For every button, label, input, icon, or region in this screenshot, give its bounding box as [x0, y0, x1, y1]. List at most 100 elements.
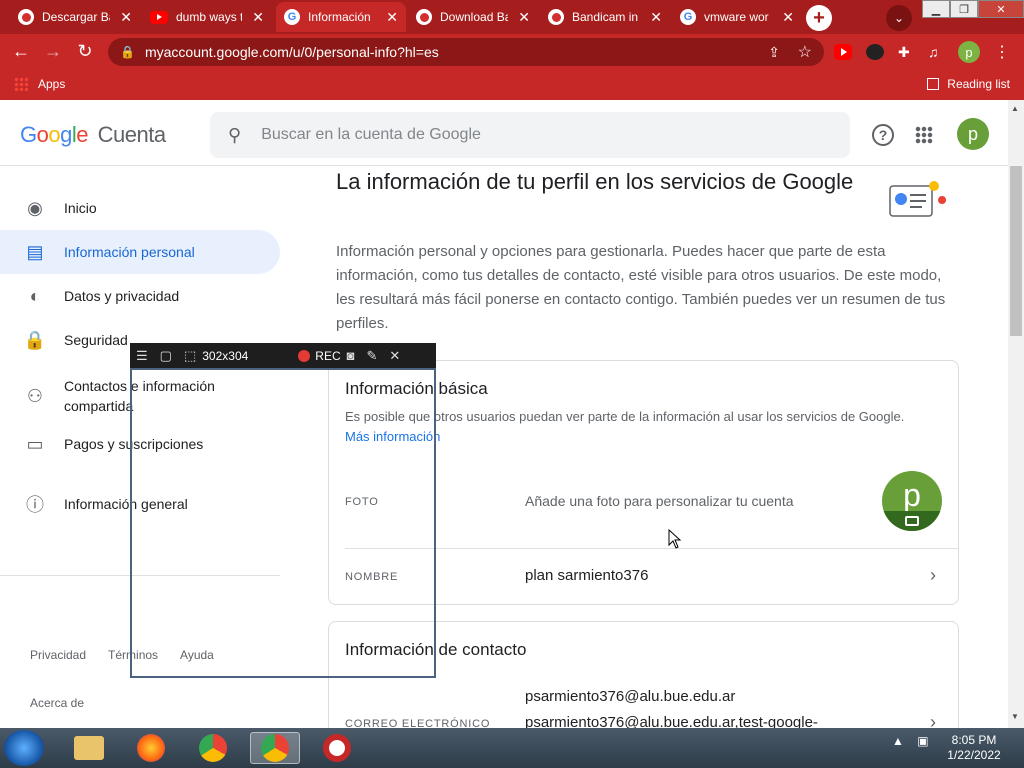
minimize-button[interactable]: ▁	[922, 0, 950, 18]
bandicam-icon	[18, 9, 34, 25]
page-intro: Información personal y opciones para ges…	[336, 243, 946, 332]
more-menu-icon[interactable]: ⋮	[994, 42, 1010, 62]
extensions-icon[interactable]: ✚	[898, 44, 916, 60]
tab-title: Descargar Ba	[42, 10, 111, 24]
windows-taskbar: ▲ ▣ 8:05 PM 1/22/2022	[0, 728, 1024, 768]
close-icon[interactable]: ✕	[252, 9, 264, 26]
help-icon[interactable]: ?	[872, 124, 894, 146]
sidebar-item-informacion-personal[interactable]: ▤ Información personal	[0, 230, 280, 274]
tab-search-button[interactable]: ⌄	[886, 5, 912, 31]
close-icon[interactable]: ✕	[389, 348, 400, 364]
account-avatar[interactable]: p	[957, 118, 989, 150]
browser-tab[interactable]: Download Ba ✕	[408, 2, 538, 32]
network-icon[interactable]: ▣	[917, 734, 928, 748]
camera-icon[interactable]: ◙	[347, 348, 355, 363]
sidebar-item-label: Seguridad	[64, 332, 128, 348]
photo-initial: p	[903, 477, 921, 513]
browser-toolbar: ← → ↻ 🔒 myaccount.google.com/u/0/persona…	[0, 34, 1024, 70]
media-control-icon[interactable]: ♫	[928, 44, 946, 60]
credit-card-icon: ▭	[26, 433, 44, 454]
account-search-input[interactable]: ⚲ Buscar en la cuenta de Google	[210, 112, 850, 158]
close-window-button[interactable]: ✕	[978, 0, 1024, 18]
youtube-extension-icon[interactable]	[834, 44, 852, 60]
logo-letter: e	[76, 122, 89, 147]
reload-button[interactable]: ↻	[74, 41, 96, 62]
google-account-logo[interactable]: Google Cuenta	[20, 122, 166, 148]
tab-title: dumb ways t	[176, 10, 243, 24]
firefox-icon[interactable]	[126, 732, 176, 764]
logo-letter: g	[60, 122, 72, 147]
profile-avatar[interactable]: p	[958, 41, 980, 63]
camera-icon	[882, 511, 942, 531]
google-icon: G	[680, 9, 696, 25]
close-icon[interactable]: ✕	[650, 9, 662, 26]
sidebar-item-label: Datos y privacidad	[64, 288, 180, 304]
file-explorer-icon[interactable]	[64, 732, 114, 764]
apps-bookmark[interactable]: Apps	[14, 77, 65, 91]
star-icon[interactable]: ☆	[798, 42, 812, 62]
youtube-icon	[150, 10, 168, 24]
address-bar[interactable]: 🔒 myaccount.google.com/u/0/personal-info…	[108, 38, 824, 66]
close-icon[interactable]: ✕	[386, 9, 398, 26]
scroll-down-icon[interactable]: ▼	[1011, 712, 1019, 721]
menu-icon[interactable]: ☰	[136, 348, 148, 364]
logo-letter: o	[48, 122, 61, 147]
close-icon[interactable]: ✕	[782, 9, 794, 26]
select-area-icon[interactable]: ⬚	[184, 348, 196, 364]
id-card-icon: ▤	[26, 241, 44, 262]
privacy-link[interactable]: Privacidad	[30, 648, 86, 662]
apps-grid-icon	[14, 77, 28, 91]
scrollbar-thumb[interactable]	[1010, 166, 1022, 336]
browser-tab-active[interactable]: G Información ✕	[276, 2, 406, 32]
browser-tab[interactable]: Descargar Ba ✕	[10, 2, 140, 32]
pencil-icon[interactable]: ✎	[367, 348, 378, 364]
row-label: CORREO ELECTRÓNICO	[345, 718, 491, 728]
share-icon[interactable]: ⇪	[768, 44, 780, 61]
record-icon	[298, 349, 311, 362]
start-button[interactable]	[4, 730, 44, 766]
chevron-right-icon: ›	[930, 712, 936, 728]
search-icon: ⚲	[228, 124, 242, 145]
tab-title: Bandicam in	[572, 10, 639, 24]
scroll-up-icon[interactable]: ▲	[1011, 104, 1019, 113]
lock-icon: 🔒	[120, 45, 135, 59]
tray-expand-icon[interactable]: ▲	[892, 734, 904, 748]
sidebar-item-datos-privacidad[interactable]: ◐ Datos y privacidad	[0, 274, 280, 318]
page-scrollbar[interactable]: ▲ ▼	[1008, 100, 1024, 728]
page-title: La información de tu perfil en los servi…	[336, 169, 854, 194]
sidebar-item-inicio[interactable]: ◉ Inicio	[0, 186, 280, 230]
chrome-icon[interactable]	[188, 732, 238, 764]
account-circle-icon: ◉	[27, 197, 43, 218]
window-icon[interactable]: ▢	[160, 348, 172, 364]
browser-tab[interactable]: Bandicam in ✕	[540, 2, 670, 32]
reading-list-icon	[927, 78, 940, 90]
profile-illustration-icon	[889, 181, 947, 217]
browser-tab[interactable]: dumb ways t ✕	[142, 2, 272, 32]
bandicam-taskbar-icon[interactable]	[312, 732, 362, 764]
record-button[interactable]: REC	[298, 349, 341, 363]
bandicam-toolbar: ☰ ▢ ⬚ 302x304 REC ◙ ✎ ✕	[130, 343, 436, 368]
back-button[interactable]: ←	[10, 41, 32, 62]
window-controls: ▁ ❐ ✕	[922, 0, 1024, 18]
forward-button[interactable]: →	[42, 41, 64, 62]
sidebar-item-label: Inicio	[64, 200, 97, 216]
profile-photo[interactable]: p	[882, 471, 942, 531]
system-clock[interactable]: 8:05 PM 1/22/2022	[944, 733, 1004, 763]
google-apps-icon[interactable]	[915, 126, 933, 144]
bandicam-capture-frame[interactable]	[130, 368, 436, 678]
chrome-profile-icon[interactable]	[250, 732, 300, 764]
row-value: psarmiento376@alu.bue.edu.ar,test-google…	[525, 714, 818, 728]
record-extension-icon[interactable]	[866, 44, 884, 60]
info-icon: ⓘ	[26, 495, 44, 515]
url-text: myaccount.google.com/u/0/personal-info?h…	[144, 44, 439, 60]
about-link[interactable]: Acerca de	[30, 696, 84, 710]
new-tab-button[interactable]: +	[806, 5, 832, 31]
close-icon[interactable]: ✕	[518, 9, 530, 26]
tab-title: vmware wor	[704, 10, 769, 24]
close-icon[interactable]: ✕	[120, 9, 132, 26]
maximize-button[interactable]: ❐	[950, 0, 978, 18]
tab-title: Información	[308, 10, 371, 24]
reading-list-button[interactable]: Reading list	[927, 77, 1010, 91]
browser-tab[interactable]: G vmware wor ✕	[672, 2, 802, 32]
bookmarks-bar: Apps Reading list	[0, 70, 1024, 100]
